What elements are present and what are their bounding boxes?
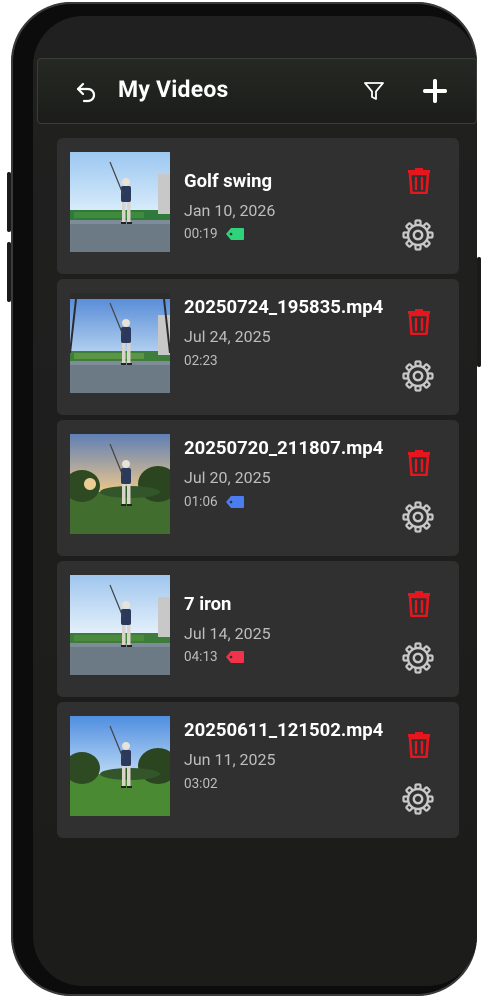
video-title: 7 iron (184, 593, 232, 615)
tag-icon (225, 651, 244, 663)
video-date: Jul 20, 2025 (184, 468, 271, 487)
delete-icon[interactable] (406, 166, 432, 194)
plus-icon[interactable] (422, 78, 448, 104)
video-title: Golf swing (184, 170, 273, 192)
video-card[interactable]: 20250724_195835.mp4 Jul 24, 2025 02:23 (57, 279, 459, 415)
video-duration: 02:23 (184, 353, 218, 369)
video-date: Jul 14, 2025 (184, 624, 271, 643)
delete-icon[interactable] (406, 589, 432, 617)
video-title: 20250611_121502.mp4 (184, 719, 384, 741)
filter-icon[interactable] (362, 79, 386, 103)
phone-frame: My Videos Golf swing Jan 10, 2026 00:19 … (7, 2, 481, 996)
video-date: Jan 10, 2026 (184, 201, 276, 220)
video-card[interactable]: 7 iron Jul 14, 2025 04:13 (57, 561, 459, 697)
volume-down-button (7, 242, 11, 302)
video-title: 20250720_211807.mp4 (184, 437, 384, 459)
settings-gear-icon[interactable] (402, 219, 434, 251)
video-date: Jul 24, 2025 (184, 327, 271, 346)
video-card[interactable]: 20250611_121502.mp4 Jun 11, 2025 03:02 (57, 702, 459, 838)
video-duration: 01:06 (184, 494, 218, 510)
video-thumbnail[interactable] (70, 293, 170, 393)
video-card[interactable]: 20250720_211807.mp4 Jul 20, 2025 01:06 (57, 420, 459, 556)
delete-icon[interactable] (406, 307, 432, 335)
settings-gear-icon[interactable] (402, 360, 434, 392)
page-title: My Videos (118, 76, 229, 103)
back-arrow-icon[interactable] (74, 79, 98, 103)
video-date: Jun 11, 2025 (184, 750, 276, 769)
settings-gear-icon[interactable] (402, 501, 434, 533)
delete-icon[interactable] (406, 730, 432, 758)
screen: My Videos Golf swing Jan 10, 2026 00:19 … (33, 16, 477, 986)
video-thumbnail[interactable] (70, 716, 170, 816)
delete-icon[interactable] (406, 448, 432, 476)
video-thumbnail[interactable] (70, 575, 170, 675)
video-card[interactable]: Golf swing Jan 10, 2026 00:19 (57, 138, 459, 274)
settings-gear-icon[interactable] (402, 642, 434, 674)
power-button (477, 257, 481, 367)
video-duration: 00:19 (184, 226, 218, 242)
app-bar: My Videos (37, 58, 477, 124)
video-list: Golf swing Jan 10, 2026 00:19 20250724_1… (57, 138, 459, 843)
video-duration: 04:13 (184, 649, 218, 665)
video-thumbnail[interactable] (70, 152, 170, 252)
tag-icon (225, 496, 244, 508)
video-title: 20250724_195835.mp4 (184, 296, 384, 318)
video-thumbnail[interactable] (70, 434, 170, 534)
video-duration: 03:02 (184, 776, 218, 792)
tag-icon (225, 228, 244, 240)
volume-up-button (7, 172, 11, 232)
settings-gear-icon[interactable] (402, 783, 434, 815)
